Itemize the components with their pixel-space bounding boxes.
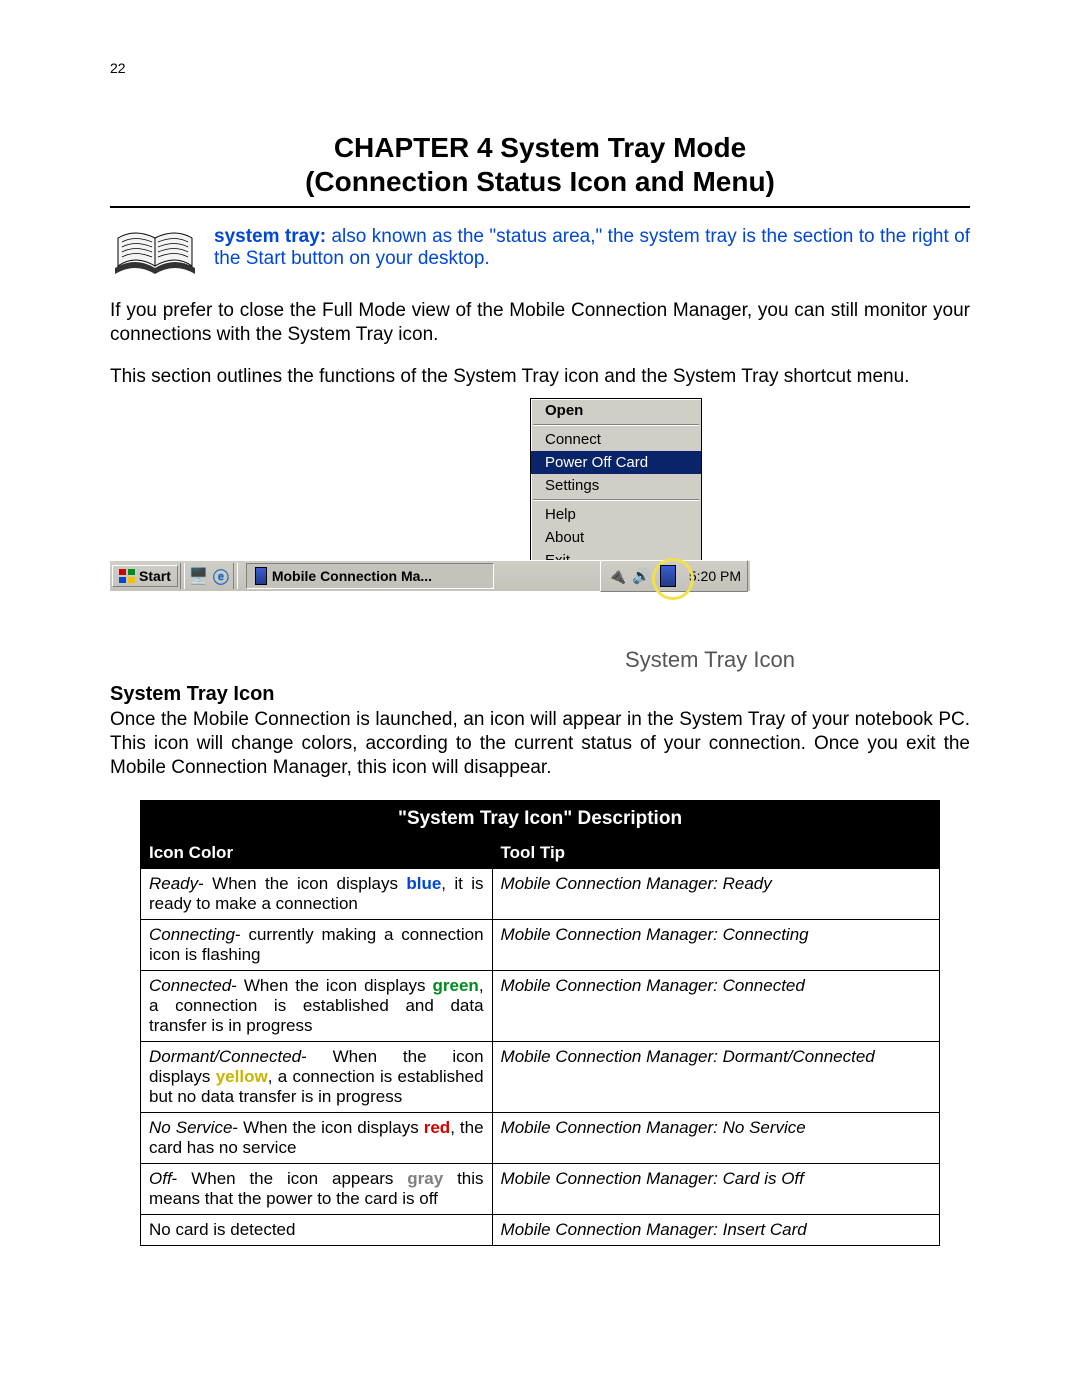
section-paragraph: Once the Mobile Connection is launched, … (110, 708, 970, 779)
cell-tooltip: Mobile Connection Manager: Connected (492, 970, 939, 1041)
tray-app-icon[interactable] (657, 563, 683, 589)
state-name: Ready (149, 874, 198, 893)
definition-body: also known as the "status area," the sys… (214, 226, 970, 269)
menu-item-power-off[interactable]: Power Off Card (531, 451, 701, 474)
cell-icon-color: Connected- When the icon displays green,… (141, 970, 493, 1041)
taskbar-separator (180, 563, 185, 589)
cell-icon-color: No card is detected (141, 1214, 493, 1245)
paragraph-2: This section outlines the functions of t… (110, 365, 970, 389)
definition-text: system tray: also known as the "status a… (214, 226, 970, 270)
cell-icon-color: Ready- When the icon displays blue, it i… (141, 868, 493, 919)
chapter-title: CHAPTER 4 System Tray Mode (Connection S… (110, 131, 970, 198)
taskbar-task-button[interactable]: Mobile Connection Ma... (246, 563, 494, 589)
table-row: Connecting- currently making a connectio… (141, 919, 940, 970)
app-icon (255, 567, 267, 585)
book-icon (110, 226, 200, 281)
windows-flag-icon (119, 569, 135, 583)
cell-icon-color: Off- When the icon appears gray this mea… (141, 1163, 493, 1214)
desktop-icon[interactable]: 🖥️ (189, 566, 209, 586)
quick-launch: 🖥️ ⓔ (187, 564, 231, 588)
cell-tooltip: Mobile Connection Manager: Insert Card (492, 1214, 939, 1245)
menu-item-settings[interactable]: Settings (531, 474, 701, 497)
state-name: Dormant/Connected (149, 1047, 301, 1066)
table-row: Dormant/Connected- When the icon display… (141, 1041, 940, 1112)
table-body: Ready- When the icon displays blue, it i… (141, 868, 940, 1245)
color-word: blue (406, 874, 441, 893)
chapter-title-line1: CHAPTER 4 System Tray Mode (334, 132, 746, 163)
cell-tooltip: Mobile Connection Manager: Dormant/Conne… (492, 1041, 939, 1112)
cell-tooltip: Mobile Connection Manager: No Service (492, 1112, 939, 1163)
menu-separator (533, 499, 699, 501)
table-row: No Service- When the icon displays red, … (141, 1112, 940, 1163)
tray-icon-2[interactable]: 🔊 (632, 567, 651, 585)
menu-item-connect[interactable]: Connect (531, 428, 701, 451)
menu-separator (533, 424, 699, 426)
tray-icon-1[interactable]: 🔌 (607, 567, 626, 585)
clock: 5:20 PM (689, 568, 741, 584)
ie-icon[interactable]: ⓔ (213, 564, 229, 588)
color-word: gray (407, 1169, 443, 1188)
chapter-title-line2: (Connection Status Icon and Menu) (305, 166, 775, 197)
state-name: Connecting (149, 925, 235, 944)
state-name: No Service (149, 1118, 232, 1137)
definition-term: system tray: (214, 226, 326, 247)
tray-caption: System Tray Icon (625, 647, 795, 673)
state-name: Connected (149, 976, 231, 995)
table-row: No card is detectedMobile Connection Man… (141, 1214, 940, 1245)
task-label: Mobile Connection Ma... (272, 568, 432, 584)
menu-item-help[interactable]: Help (531, 503, 701, 526)
cell-tooltip: Mobile Connection Manager: Card is Off (492, 1163, 939, 1214)
color-word: yellow (216, 1067, 268, 1086)
table-row: Ready- When the icon displays blue, it i… (141, 868, 940, 919)
cell-icon-color: Dormant/Connected- When the icon display… (141, 1041, 493, 1112)
cell-icon-color: Connecting- currently making a connectio… (141, 919, 493, 970)
col-header-icon-color: Icon Color (141, 837, 493, 868)
cell-tooltip: Mobile Connection Manager: Connecting (492, 919, 939, 970)
taskbar: Start 🖥️ ⓔ Mobile Connection Ma... 🔌 🔊 5… (110, 560, 750, 591)
paragraph-1: If you prefer to close the Full Mode vie… (110, 299, 970, 347)
start-label: Start (139, 568, 171, 584)
document-page: 22 CHAPTER 4 System Tray Mode (Connectio… (0, 0, 1080, 1397)
menu-item-open[interactable]: Open (531, 399, 701, 422)
title-underline (110, 206, 970, 208)
col-header-tooltip: Tool Tip (492, 837, 939, 868)
screenshot-area: Open Connect Power Off Card Settings Hel… (110, 398, 970, 633)
cell-tooltip: Mobile Connection Manager: Ready (492, 868, 939, 919)
state-name: Off (149, 1169, 172, 1188)
page-number: 22 (110, 60, 970, 76)
table-row: Connected- When the icon displays green,… (141, 970, 940, 1041)
system-tray: 🔌 🔊 5:20 PM (600, 560, 748, 592)
taskbar-separator (233, 563, 238, 589)
table-row: Off- When the icon appears gray this mea… (141, 1163, 940, 1214)
start-button[interactable]: Start (112, 565, 178, 587)
section-heading: System Tray Icon (110, 683, 970, 706)
context-menu: Open Connect Power Off Card Settings Hel… (530, 398, 702, 573)
cell-icon-color: No Service- When the icon displays red, … (141, 1112, 493, 1163)
color-word: green (433, 976, 479, 995)
description-table-wrap: "System Tray Icon" Description Icon Colo… (140, 800, 940, 1246)
description-table: "System Tray Icon" Description Icon Colo… (140, 800, 940, 1246)
definition-block: system tray: also known as the "status a… (110, 226, 970, 281)
color-word: red (424, 1118, 450, 1137)
menu-item-about[interactable]: About (531, 526, 701, 549)
table-title: "System Tray Icon" Description (141, 800, 940, 837)
